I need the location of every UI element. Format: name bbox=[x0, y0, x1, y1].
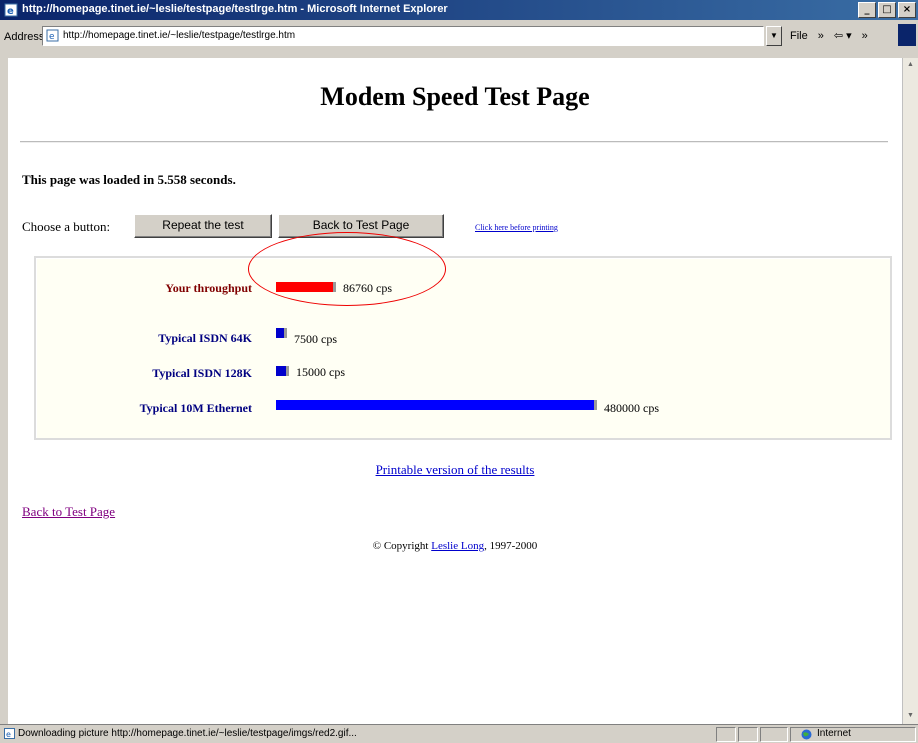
divider bbox=[20, 141, 888, 143]
copyright: © Copyright Leslie Long, 1997-2000 bbox=[8, 540, 902, 552]
vertical-scrollbar[interactable]: ▲ ▼ bbox=[902, 58, 918, 724]
result-value: 7500 cps bbox=[294, 332, 337, 346]
address-label: Address bbox=[4, 31, 45, 43]
result-label: Your throughput bbox=[165, 281, 252, 295]
address-input[interactable]: e http://homepage.tinet.ie/~leslie/testp… bbox=[42, 26, 764, 46]
scroll-down-icon[interactable]: ▼ bbox=[905, 711, 916, 722]
window-title: http://homepage.tinet.ie/~leslie/testpag… bbox=[22, 3, 448, 15]
print-link[interactable]: Click here before printing bbox=[475, 223, 558, 232]
page-title: Modem Speed Test Page bbox=[320, 82, 590, 111]
result-value: 15000 cps bbox=[296, 365, 345, 379]
toolbar-chevron[interactable]: » bbox=[862, 30, 868, 42]
svg-text:e: e bbox=[6, 730, 11, 739]
close-button[interactable]: × bbox=[898, 2, 916, 18]
result-label: Typical ISDN 128K bbox=[152, 366, 252, 380]
windows-logo-icon bbox=[898, 24, 916, 46]
result-label: Typical 10M Ethernet bbox=[139, 401, 252, 415]
scroll-up-icon[interactable]: ▲ bbox=[905, 60, 916, 71]
ie-page-icon: e bbox=[4, 3, 18, 17]
bar-tail bbox=[286, 366, 289, 376]
menu-file[interactable]: File bbox=[790, 30, 808, 42]
title-bar: e http://homepage.tinet.ie/~leslie/testp… bbox=[0, 0, 918, 20]
copyright-suffix: , 1997-2000 bbox=[484, 540, 538, 552]
menu-chevron[interactable]: » bbox=[818, 30, 824, 42]
ethernet-bar bbox=[276, 400, 594, 410]
load-time-text: This page was loaded in 5.558 seconds. bbox=[22, 172, 236, 187]
address-dropdown-button[interactable]: ▼ bbox=[766, 26, 782, 46]
bar-tail bbox=[594, 400, 597, 410]
back-arrow-icon[interactable]: ⇦ ▾ bbox=[834, 29, 852, 42]
repeat-test-button[interactable]: Repeat the test bbox=[134, 214, 272, 238]
printable-version-link[interactable]: Printable version of the results bbox=[376, 462, 535, 477]
address-url: http://homepage.tinet.ie/~leslie/testpag… bbox=[63, 30, 296, 41]
page-loading-icon: e bbox=[4, 728, 15, 739]
isdn128-bar bbox=[276, 366, 286, 376]
author-link[interactable]: Leslie Long bbox=[431, 540, 484, 552]
page-viewport: Modem Speed Test Page This page was load… bbox=[8, 58, 902, 724]
svg-text:e: e bbox=[49, 32, 55, 42]
zone-text: Internet bbox=[817, 728, 851, 739]
window-border bbox=[0, 58, 8, 724]
highlight-circle bbox=[248, 232, 446, 306]
page-icon: e bbox=[46, 29, 59, 42]
status-panel bbox=[760, 727, 788, 742]
status-panel bbox=[716, 727, 736, 742]
choose-label: Choose a button: bbox=[22, 219, 111, 234]
maximize-button[interactable]: □ bbox=[878, 2, 896, 18]
back-to-test-page-link[interactable]: Back to Test Page bbox=[22, 504, 115, 520]
status-panel bbox=[738, 727, 758, 742]
minimize-button[interactable]: _ bbox=[858, 2, 876, 18]
bar-tail bbox=[284, 328, 287, 338]
copyright-prefix: © Copyright bbox=[372, 540, 432, 552]
address-bar: Address e http://homepage.tinet.ie/~lesl… bbox=[0, 20, 918, 59]
isdn64-bar bbox=[276, 328, 284, 338]
result-label: Typical ISDN 64K bbox=[158, 331, 252, 345]
results-box: Your throughput 86760 cps Typical ISDN 6… bbox=[34, 256, 892, 440]
svg-text:e: e bbox=[7, 6, 14, 17]
globe-icon bbox=[801, 729, 812, 740]
status-bar: e Downloading picture http://homepage.ti… bbox=[0, 724, 918, 743]
status-text: Downloading picture http://homepage.tine… bbox=[18, 728, 357, 739]
security-zone: Internet bbox=[790, 727, 916, 742]
result-value: 480000 cps bbox=[604, 401, 659, 415]
